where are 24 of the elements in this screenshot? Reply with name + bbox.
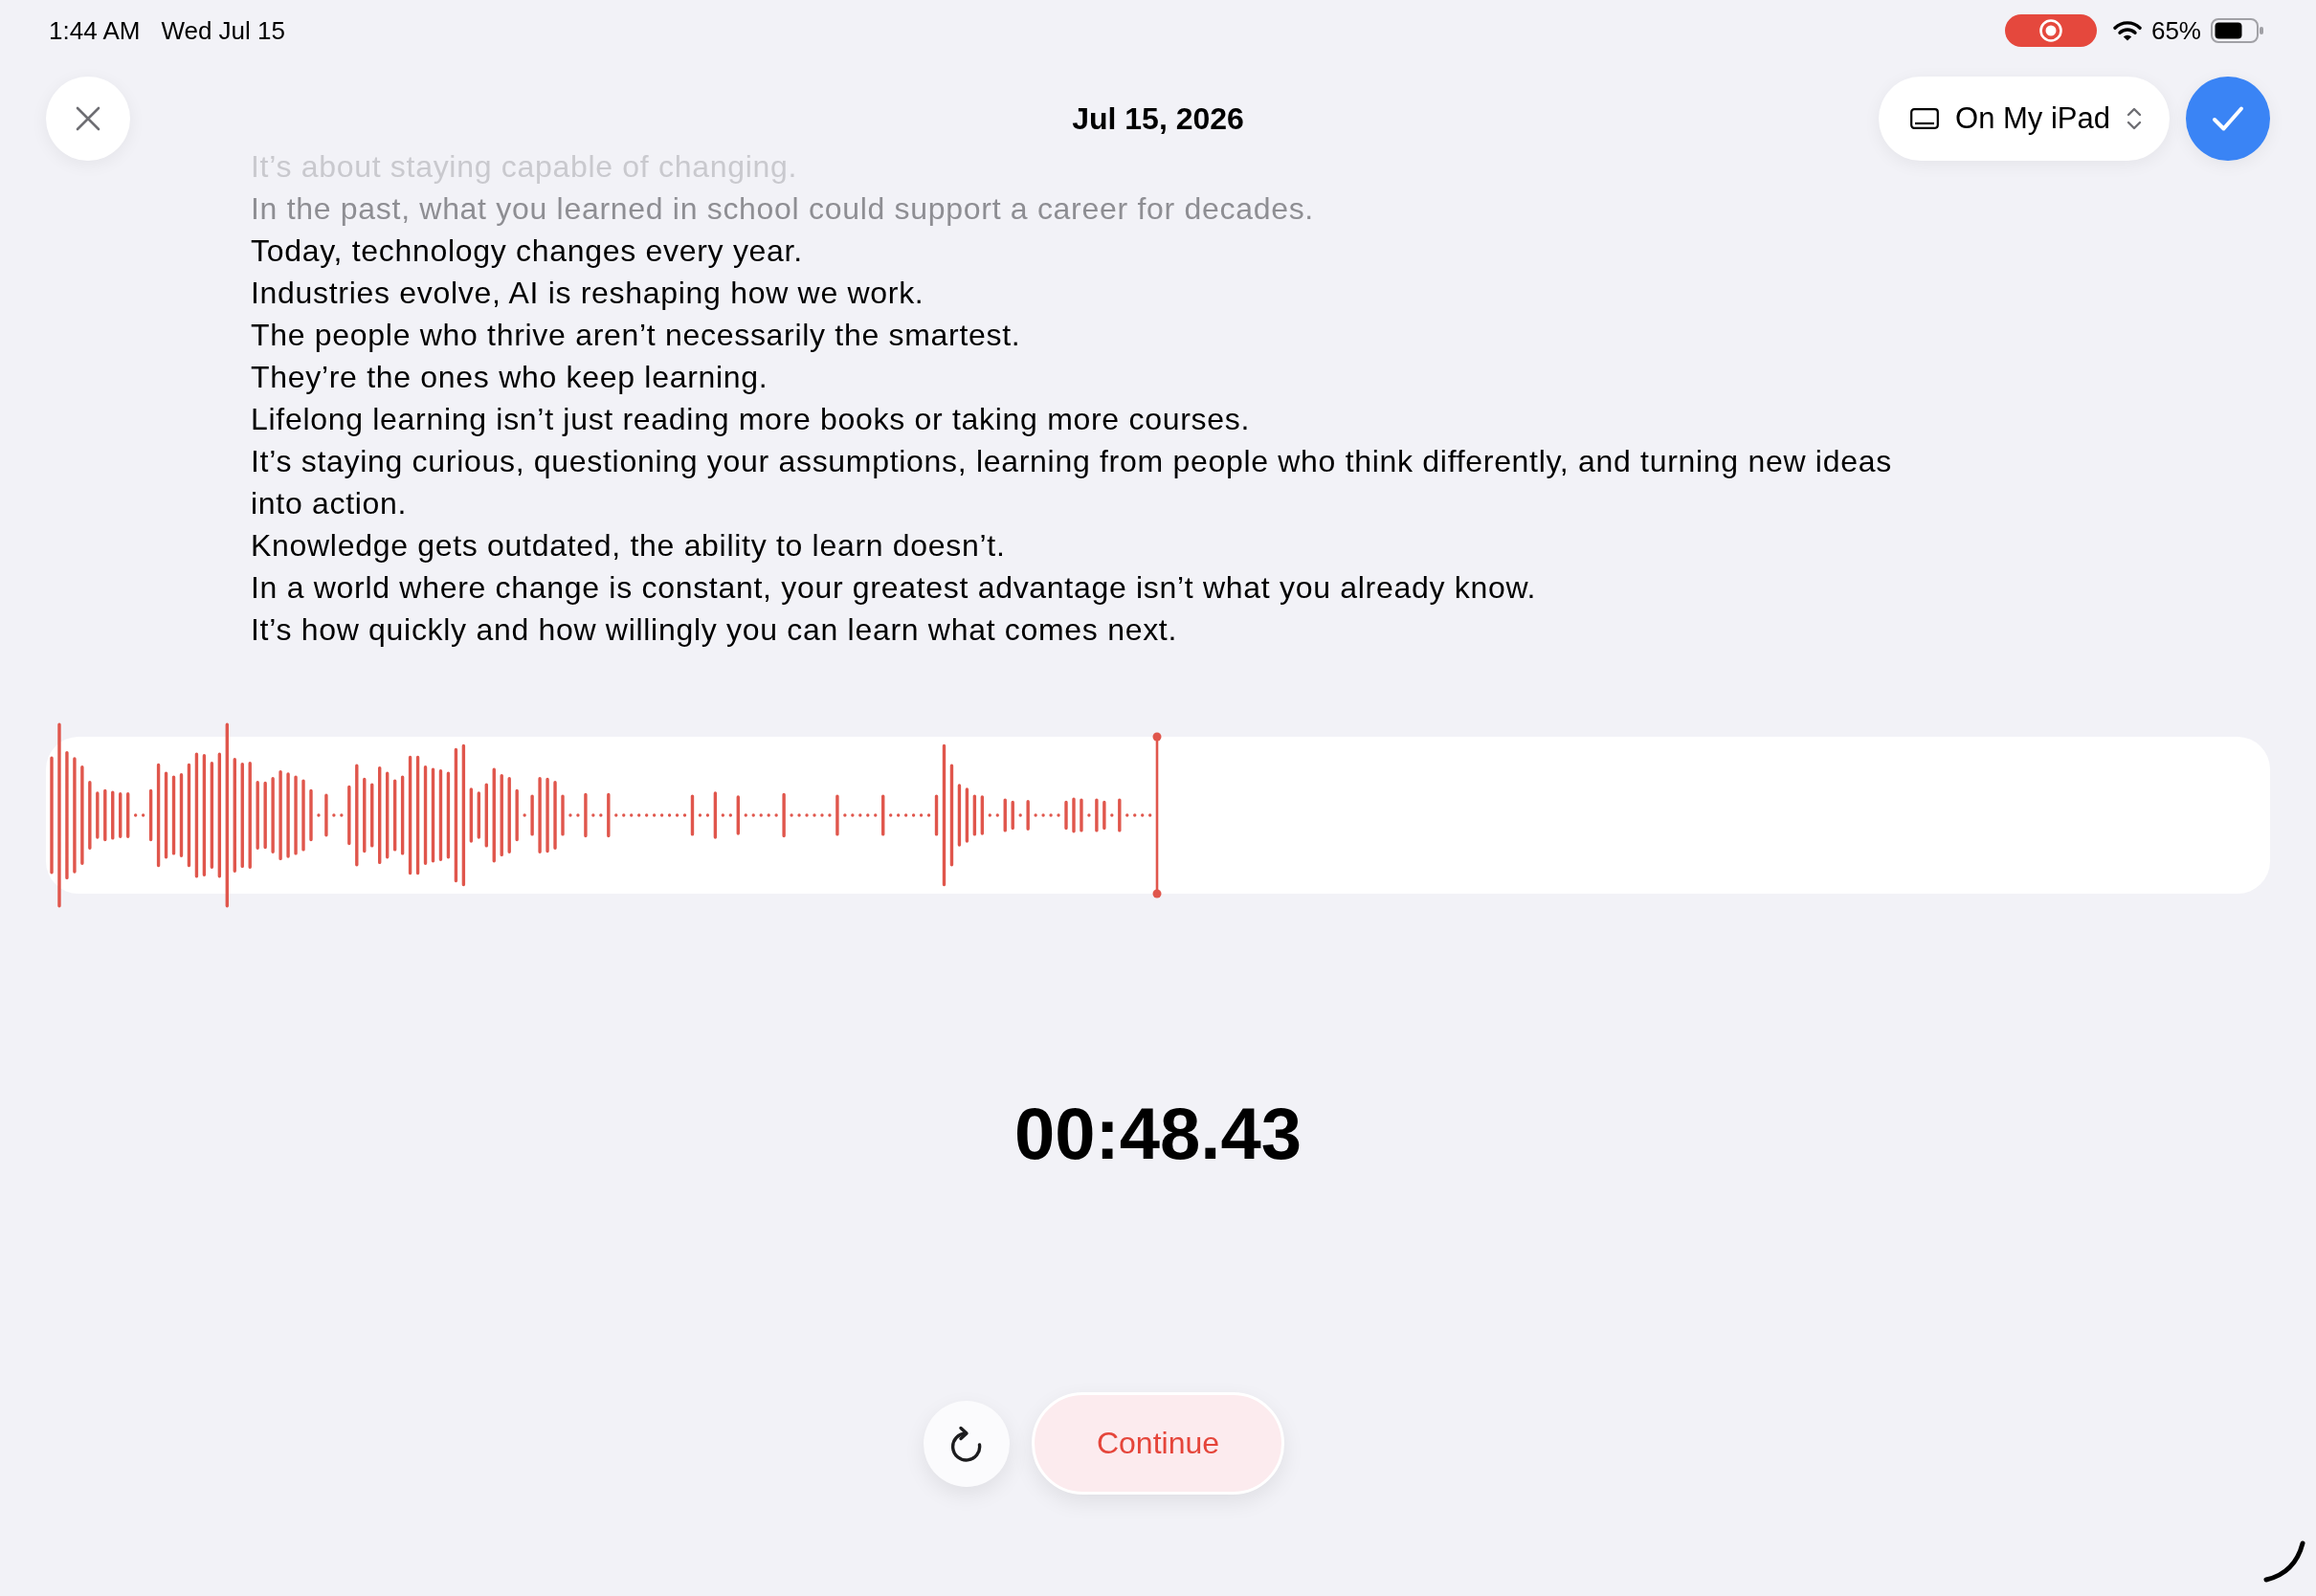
transcript-line: Industries evolve, AI is reshaping how we work. — [251, 275, 925, 312]
transcript-line: The people who thrive aren’t necessarily the smartest. — [251, 317, 1022, 354]
transcript-line: Knowledge gets outdated, the ability to learn doesn’t. — [251, 527, 1007, 565]
wifi-icon — [2112, 20, 2142, 41]
transcript-line: In a world where change is constant, your greatest advantage isn’t what you already know. — [251, 569, 1538, 607]
status-time: 1:44 AM — [49, 16, 141, 45]
date-title: Jul 15, 2026 — [1072, 100, 1244, 137]
transcript-line: They’re the ones who keep learning. — [251, 359, 769, 396]
checkmark-icon — [2212, 105, 2244, 132]
battery-percent: 65% — [2150, 16, 2201, 45]
close-icon — [76, 106, 100, 131]
elapsed-time: 00:48.43 — [1014, 1092, 1302, 1176]
clockwise-arrow-icon — [949, 1425, 984, 1462]
transcript-line: It’s how quickly and how willingly you can learn what comes next. — [251, 611, 1179, 649]
location-picker[interactable]: On My iPad — [1879, 77, 2170, 161]
transcript-line: Today, technology changes every year. — [251, 233, 804, 270]
transcript-line: Lifelong learning isn’t just reading more books or taking more courses. — [251, 401, 1251, 438]
battery-icon — [2211, 18, 2264, 43]
transcript-line: In the past, what you learned in school could support a career for decades. — [251, 190, 1315, 228]
status-date: Wed Jul 15 — [161, 16, 285, 45]
transcript-line: It’s staying curious, questioning your assumptions, learning from people who think differently, and turning new ideas into action. — [251, 443, 1893, 522]
chevron-up-down-icon — [2127, 106, 2142, 131]
tablet-icon — [1910, 108, 1940, 129]
corner-handle-icon[interactable] — [2262, 1540, 2306, 1584]
